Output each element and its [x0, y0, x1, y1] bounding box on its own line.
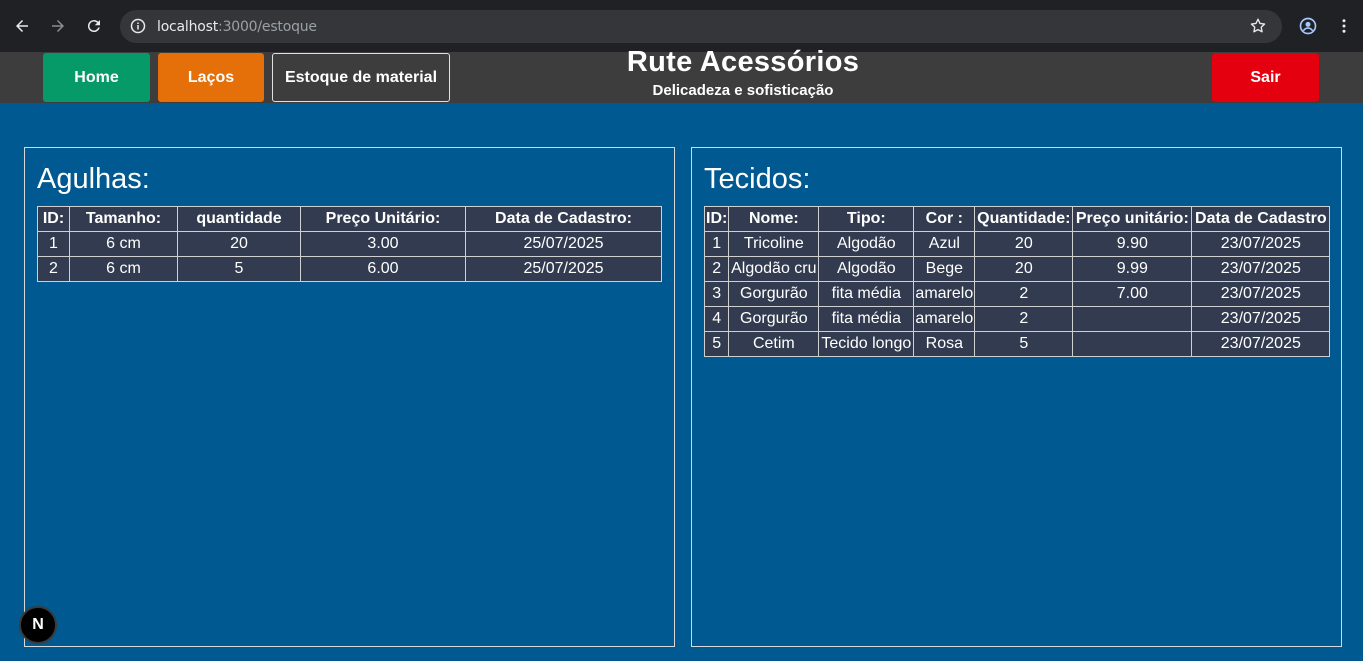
- brand-subtitle: Delicadeza e sofisticação: [652, 82, 834, 99]
- column-header: Preço unitário:: [1072, 206, 1193, 232]
- estoque-button[interactable]: Estoque de material: [272, 53, 450, 102]
- table-row: 4 Gorgurão fita média amarelo 2 23/07/20…: [703, 306, 1331, 332]
- table-row: 2 Algodão cru Algodão Bege 20 9.99 23/07…: [703, 256, 1331, 282]
- nextjs-devtools-button[interactable]: N: [19, 606, 57, 644]
- table-row: 1 Tricoline Algodão Azul 20 9.90 23/07/2…: [703, 231, 1331, 257]
- table-cell: 2: [974, 306, 1074, 332]
- table-cell: 7.00: [1072, 281, 1193, 307]
- table-cell: 3: [703, 281, 730, 307]
- table-cell: 23/07/2025: [1191, 231, 1331, 257]
- home-button[interactable]: Home: [43, 53, 150, 102]
- table-cell: 5: [974, 331, 1074, 357]
- forward-icon[interactable]: [46, 14, 70, 38]
- table-cell: fita média: [818, 306, 915, 332]
- lacos-button[interactable]: Laços: [158, 53, 264, 102]
- table-cell: 6 cm: [69, 231, 178, 257]
- column-header: Tipo:: [818, 206, 915, 232]
- table-cell: 20: [974, 256, 1074, 282]
- table-cell: amarelo: [913, 306, 976, 332]
- table-cell: Tricoline: [728, 231, 820, 257]
- sair-button[interactable]: Sair: [1212, 53, 1319, 102]
- table-cell: 23/07/2025: [1191, 331, 1331, 357]
- table-cell: 4: [703, 306, 730, 332]
- table-cell: [1072, 331, 1193, 357]
- table-cell: 9.99: [1072, 256, 1193, 282]
- table-cell: 6 cm: [69, 256, 178, 282]
- table-cell: Rosa: [913, 331, 976, 357]
- table-cell: 25/07/2025: [465, 256, 662, 282]
- app-header: Home Laços Estoque de material Rute Aces…: [0, 48, 1363, 103]
- table-cell: Tecido longo: [818, 331, 915, 357]
- column-header: Data de Cadastro: [1191, 206, 1331, 232]
- table-cell: Algodão cru: [728, 256, 820, 282]
- address-bar[interactable]: localhost:3000/estoque: [120, 10, 1282, 43]
- brand-title: Rute Acessórios: [626, 46, 860, 78]
- table-cell: Gorgurão: [728, 281, 820, 307]
- table-cell: 5: [703, 331, 730, 357]
- agulhas-panel: Agulhas: ID: Tamanho: quantidade Preço U…: [24, 147, 675, 647]
- column-header: Tamanho:: [69, 206, 178, 232]
- table-cell: 23/07/2025: [1191, 281, 1331, 307]
- url-text: localhost:3000/estoque: [157, 19, 317, 35]
- menu-kebab-icon[interactable]: [1334, 16, 1354, 36]
- table-row: 1 6 cm 20 3.00 25/07/2025: [37, 231, 662, 257]
- tecidos-table: ID: Nome: Tipo: Cor : Quantidade: Preço …: [703, 206, 1331, 357]
- table-cell: 3.00: [300, 231, 466, 257]
- column-header: Data de Cadastro:: [465, 206, 662, 232]
- bookmark-star-icon[interactable]: [1248, 16, 1268, 36]
- table-cell: Bege: [913, 256, 976, 282]
- table-cell: 6.00: [300, 256, 466, 282]
- table-cell: 2: [703, 256, 730, 282]
- reload-icon[interactable]: [82, 14, 106, 38]
- table-cell: 20: [974, 231, 1074, 257]
- table-header-row: ID: Tamanho: quantidade Preço Unitário: …: [37, 206, 662, 232]
- column-header: Preço Unitário:: [300, 206, 466, 232]
- table-row: 3 Gorgurão fita média amarelo 2 7.00 23/…: [703, 281, 1331, 307]
- column-header: ID:: [703, 206, 730, 232]
- column-header: ID:: [37, 206, 70, 232]
- table-cell: amarelo: [913, 281, 976, 307]
- table-cell: 25/07/2025: [465, 231, 662, 257]
- table-cell: Algodão: [818, 256, 915, 282]
- profile-icon[interactable]: [1298, 16, 1318, 36]
- table-cell: 9.90: [1072, 231, 1193, 257]
- site-info-icon[interactable]: [130, 18, 146, 34]
- table-cell: fita média: [818, 281, 915, 307]
- table-row: 2 6 cm 5 6.00 25/07/2025: [37, 256, 662, 282]
- table-cell: 23/07/2025: [1191, 256, 1331, 282]
- table-cell: Azul: [913, 231, 976, 257]
- table-cell: [1072, 306, 1193, 332]
- column-header: Nome:: [728, 206, 820, 232]
- table-cell: 1: [703, 231, 730, 257]
- column-header: Quantidade:: [974, 206, 1074, 232]
- browser-toolbar: localhost:3000/estoque: [0, 0, 1363, 52]
- table-cell: 5: [177, 256, 301, 282]
- column-header: Cor :: [913, 206, 976, 232]
- agulhas-title: Agulhas:: [37, 163, 150, 195]
- table-cell: 2: [37, 256, 70, 282]
- table-cell: Algodão: [818, 231, 915, 257]
- brand: Rute Acessórios Delicadeza e sofisticaçã…: [543, 48, 943, 100]
- agulhas-table: ID: Tamanho: quantidade Preço Unitário: …: [37, 206, 662, 282]
- table-cell: Gorgurão: [728, 306, 820, 332]
- table-cell: 23/07/2025: [1191, 306, 1331, 332]
- table-cell: 2: [974, 281, 1074, 307]
- table-header-row: ID: Nome: Tipo: Cor : Quantidade: Preço …: [703, 206, 1331, 232]
- tecidos-panel: Tecidos: ID: Nome: Tipo: Cor : Quantidad…: [691, 147, 1342, 647]
- back-icon[interactable]: [10, 14, 34, 38]
- table-row: 5 Cetim Tecido longo Rosa 5 23/07/2025: [703, 331, 1331, 357]
- table-cell: 20: [177, 231, 301, 257]
- column-header: quantidade: [177, 206, 301, 232]
- table-cell: 1: [37, 231, 70, 257]
- tecidos-title: Tecidos:: [704, 163, 811, 195]
- table-cell: Cetim: [728, 331, 820, 357]
